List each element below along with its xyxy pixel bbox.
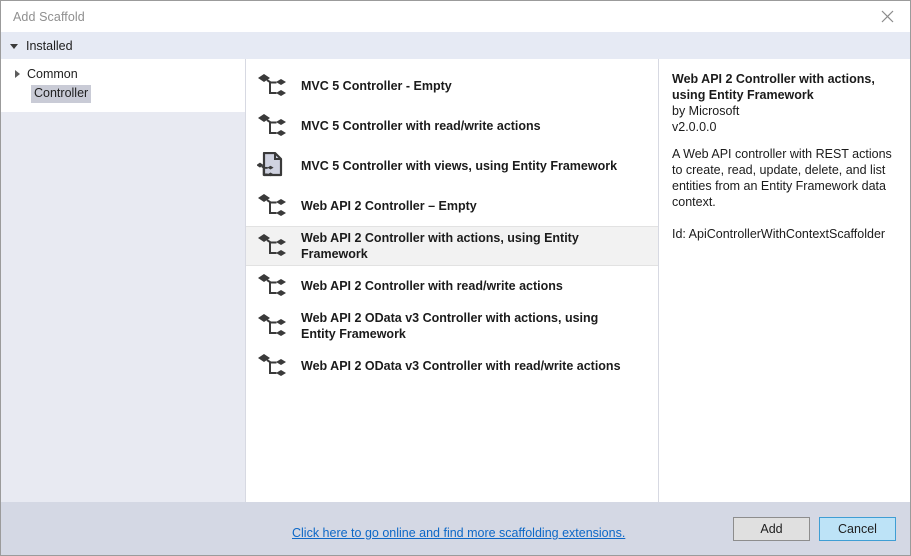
list-item[interactable]: Web API 2 OData v3 Controller with actio… [246, 306, 658, 346]
details-version: v2.0.0.0 [672, 120, 717, 134]
list-item-selected[interactable]: Web API 2 Controller with actions, using… [246, 226, 658, 266]
controller-icon [256, 350, 288, 382]
list-item[interactable]: MVC 5 Controller with views, using Entit… [246, 146, 658, 186]
cancel-button[interactable]: Cancel [819, 516, 896, 541]
tree-node-common[interactable]: Common [1, 64, 245, 84]
controller-icon [256, 190, 288, 222]
scaffold-list-panel: MVC 5 Controller - Empty MVC 5 Controlle… [245, 59, 659, 540]
tree-node-controller-label: Controller [31, 84, 92, 103]
list-item-label: Web API 2 OData v3 Controller with actio… [301, 311, 599, 341]
controller-icon [256, 270, 288, 302]
triangle-right-icon [15, 70, 20, 78]
controller-icon [256, 230, 288, 262]
list-item-label: Web API 2 Controller with actions, using… [301, 231, 579, 261]
tree-node-common-label: Common [27, 67, 78, 81]
list-item[interactable]: Web API 2 Controller with read/write act… [246, 266, 658, 306]
list-item-label: MVC 5 Controller with read/write actions [301, 119, 541, 133]
details-title: Web API 2 Controller with actions, using… [672, 72, 875, 102]
add-button[interactable]: Add [733, 516, 810, 541]
categories-panel-filler [1, 112, 245, 502]
extensions-link-container: Click here to go online and find more sc… [246, 524, 658, 542]
title-bar: Add Scaffold [1, 1, 910, 32]
installed-section-header[interactable]: Installed [1, 32, 910, 59]
controller-icon [256, 70, 288, 102]
category-tree: Common Controller [1, 59, 245, 112]
details-id: Id: ApiControllerWithContextScaffolder [672, 227, 886, 241]
details-author: by Microsoft [672, 104, 740, 118]
list-item[interactable]: MVC 5 Controller - Empty [246, 66, 658, 106]
categories-panel: Common Controller [1, 59, 245, 502]
triangle-down-icon [10, 44, 18, 49]
controller-icon [256, 310, 288, 342]
list-item-label: Web API 2 Controller – Empty [301, 199, 477, 213]
list-item-label: Web API 2 Controller with read/write act… [301, 279, 563, 293]
list-item-label: Web API 2 OData v3 Controller with read/… [301, 359, 621, 373]
installed-label: Installed [26, 38, 73, 53]
controller-icon [256, 110, 288, 142]
list-item-label: MVC 5 Controller - Empty [301, 79, 452, 93]
tree-node-controller[interactable]: Controller [1, 84, 245, 103]
add-scaffold-dialog: Add Scaffold Installed Common Controller [0, 0, 911, 556]
controller-with-views-icon [256, 150, 288, 182]
details-panel: Web API 2 Controller with actions, using… [659, 59, 910, 502]
close-icon[interactable] [864, 1, 910, 32]
list-item[interactable]: Web API 2 OData v3 Controller with read/… [246, 346, 658, 386]
list-item-label: MVC 5 Controller with views, using Entit… [301, 159, 618, 173]
list-item[interactable]: MVC 5 Controller with read/write actions [246, 106, 658, 146]
scaffold-list: MVC 5 Controller - Empty MVC 5 Controlle… [246, 59, 658, 386]
scaffolding-extensions-link[interactable]: Click here to go online and find more sc… [292, 526, 625, 540]
dialog-title: Add Scaffold [13, 9, 85, 24]
dialog-body: Common Controller MVC 5 Controller - Emp… [1, 59, 910, 540]
list-item[interactable]: Web API 2 Controller – Empty [246, 186, 658, 226]
details-description: A Web API controller with REST actions t… [672, 147, 892, 209]
